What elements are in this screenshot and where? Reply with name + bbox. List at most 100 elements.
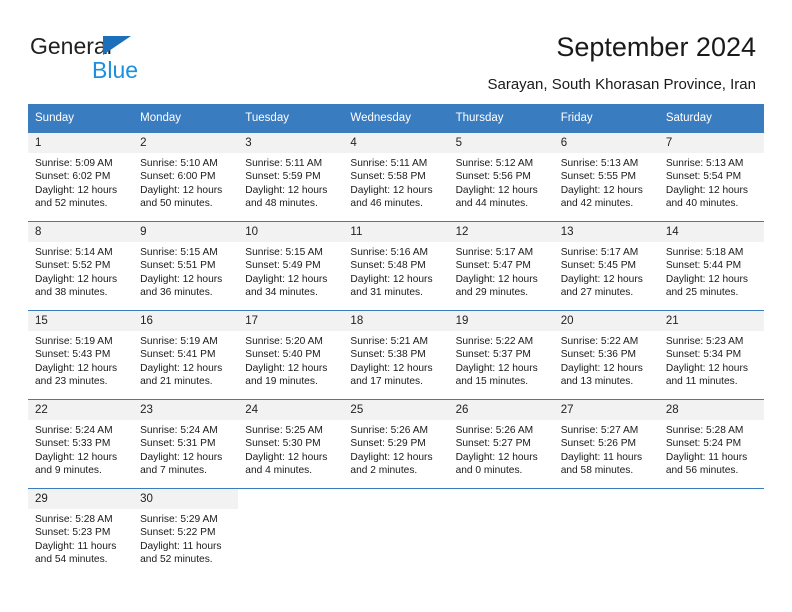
- daylight-duration-line1: Daylight: 12 hours: [560, 273, 643, 285]
- day-details: Sunrise: 5:15 AM Sunset: 5:49 PM Daylight:…: [238, 242, 343, 300]
- day-details: Sunrise: 5:28 AM Sunset: 5:23 PM Daylight:…: [28, 509, 133, 567]
- daylight-duration-line1: Daylight: 12 hours: [350, 362, 433, 374]
- daylight-duration-line2: and 15 minutes.: [455, 376, 529, 388]
- sunrise-time: Sunrise: 5:17 AM: [560, 247, 639, 258]
- day-number: 7: [658, 133, 764, 153]
- daylight-duration-line1: Daylight: 12 hours: [455, 273, 538, 285]
- sunrise-time: Sunrise: 5:21 AM: [350, 336, 429, 347]
- day-details: Sunrise: 5:19 AM Sunset: 5:43 PM Daylight:…: [28, 331, 133, 389]
- calendar-day-cell[interactable]: 14 Sunrise: 5:18 AM Sunset: 5:44 PM Dayligh…: [658, 221, 764, 311]
- calendar-day-cell[interactable]: 26 Sunrise: 5:26 AM Sunset: 5:27 PM Dayligh…: [448, 399, 554, 489]
- daylight-duration-line1: Daylight: 12 hours: [455, 362, 538, 374]
- calendar-week-row: 15 Sunrise: 5:19 AM Sunset: 5:43 PM Dayligh…: [28, 310, 764, 400]
- day-details: Sunrise: 5:20 AM Sunset: 5:40 PM Daylight:…: [238, 331, 343, 389]
- weekday-header-wednesday: Wednesday: [343, 104, 449, 133]
- calendar-day-cell[interactable]: 6 Sunrise: 5:13 AM Sunset: 5:55 PM Daylight…: [553, 132, 659, 222]
- daylight-duration-line1: Daylight: 12 hours: [245, 362, 328, 374]
- calendar-day-cell[interactable]: 3 Sunrise: 5:11 AM Sunset: 5:59 PM Daylight…: [238, 132, 344, 222]
- calendar-empty-cell: [238, 488, 344, 577]
- calendar-day-cell[interactable]: 17 Sunrise: 5:20 AM Sunset: 5:40 PM Dayligh…: [238, 310, 344, 400]
- daylight-duration-line1: Daylight: 12 hours: [245, 273, 328, 285]
- calendar-day-cell[interactable]: 11 Sunrise: 5:16 AM Sunset: 5:48 PM Dayligh…: [343, 221, 449, 311]
- logo-top-row: General: [30, 33, 270, 59]
- calendar-day-cell[interactable]: 4 Sunrise: 5:11 AM Sunset: 5:58 PM Daylight…: [343, 132, 449, 222]
- sunset-time: Sunset: 5:45 PM: [560, 260, 637, 272]
- day-number: [554, 489, 659, 509]
- sunrise-time: Sunrise: 5:24 AM: [35, 425, 113, 436]
- daylight-duration-line1: Daylight: 12 hours: [455, 184, 538, 196]
- day-number: 11: [343, 222, 449, 242]
- sunset-time: Sunset: 5:44 PM: [665, 260, 742, 272]
- calendar-day-cell[interactable]: 21 Sunrise: 5:23 AM Sunset: 5:34 PM Dayligh…: [658, 310, 764, 400]
- sunset-time: Sunset: 6:02 PM: [35, 171, 111, 183]
- day-number: 2: [133, 133, 239, 153]
- calendar-day-cell[interactable]: 5 Sunrise: 5:12 AM Sunset: 5:56 PM Daylight…: [448, 132, 554, 222]
- day-details: Sunrise: 5:24 AM Sunset: 5:33 PM Daylight:…: [28, 420, 133, 478]
- calendar-day-cell[interactable]: 13 Sunrise: 5:17 AM Sunset: 5:45 PM Dayligh…: [553, 221, 659, 311]
- calendar-empty-cell: [553, 488, 659, 577]
- calendar-day-cell[interactable]: 2 Sunrise: 5:10 AM Sunset: 6:00 PM Daylight…: [133, 132, 239, 222]
- calendar-week-row: 29 Sunrise: 5:28 AM Sunset: 5:23 PM Dayligh…: [28, 488, 764, 577]
- day-number: 4: [343, 133, 449, 153]
- sunset-time: Sunset: 5:24 PM: [665, 438, 742, 450]
- sunrise-time: Sunrise: 5:15 AM: [140, 247, 218, 258]
- daylight-duration-line1: Daylight: 12 hours: [665, 273, 748, 285]
- calendar-day-cell[interactable]: 29 Sunrise: 5:28 AM Sunset: 5:23 PM Dayligh…: [28, 488, 134, 577]
- sunrise-time: Sunrise: 5:27 AM: [560, 425, 639, 436]
- calendar-day-cell[interactable]: 18 Sunrise: 5:21 AM Sunset: 5:38 PM Dayligh…: [343, 310, 449, 400]
- day-number: 13: [553, 222, 659, 242]
- generalblue-logo[interactable]: General Blue: [30, 33, 270, 83]
- day-details: Sunrise: 5:12 AM Sunset: 5:56 PM Daylight:…: [449, 153, 554, 211]
- calendar-day-cell[interactable]: 16 Sunrise: 5:19 AM Sunset: 5:41 PM Dayligh…: [133, 310, 239, 400]
- calendar-day-cell[interactable]: 15 Sunrise: 5:19 AM Sunset: 5:43 PM Dayligh…: [28, 310, 134, 400]
- calendar-day-cell[interactable]: 28 Sunrise: 5:28 AM Sunset: 5:24 PM Dayligh…: [658, 399, 764, 489]
- calendar-empty-cell: [448, 488, 554, 577]
- page-header: General Blue September 2024 Sarayan, Sou…: [0, 0, 792, 100]
- calendar-day-cell[interactable]: 23 Sunrise: 5:24 AM Sunset: 5:31 PM Dayligh…: [133, 399, 239, 489]
- sunrise-time: Sunrise: 5:22 AM: [560, 336, 639, 347]
- calendar-day-cell[interactable]: 25 Sunrise: 5:26 AM Sunset: 5:29 PM Dayligh…: [343, 399, 449, 489]
- day-details: Sunrise: 5:18 AM Sunset: 5:44 PM Daylight:…: [659, 242, 764, 300]
- calendar-day-cell[interactable]: 7 Sunrise: 5:13 AM Sunset: 5:54 PM Daylight…: [658, 132, 764, 222]
- daylight-duration-line1: Daylight: 11 hours: [35, 540, 117, 552]
- sunrise-time: Sunrise: 5:20 AM: [245, 336, 323, 347]
- weekday-header-friday: Friday: [553, 104, 659, 133]
- daylight-duration-line2: and 50 minutes.: [140, 198, 213, 210]
- daylight-duration-line1: Daylight: 11 hours: [665, 451, 748, 463]
- day-details: Sunrise: 5:11 AM Sunset: 5:59 PM Daylight:…: [238, 153, 343, 211]
- calendar-day-cell[interactable]: 30 Sunrise: 5:29 AM Sunset: 5:22 PM Dayligh…: [133, 488, 239, 577]
- weekday-header-thursday: Thursday: [448, 104, 554, 133]
- calendar-day-cell[interactable]: 10 Sunrise: 5:15 AM Sunset: 5:49 PM Dayligh…: [238, 221, 344, 311]
- day-number: 23: [133, 400, 239, 420]
- calendar-empty-cell: [343, 488, 449, 577]
- calendar-day-cell[interactable]: 24 Sunrise: 5:25 AM Sunset: 5:30 PM Dayligh…: [238, 399, 344, 489]
- sunrise-time: Sunrise: 5:23 AM: [665, 336, 744, 347]
- sunset-time: Sunset: 5:22 PM: [140, 527, 216, 539]
- calendar-day-cell[interactable]: 9 Sunrise: 5:15 AM Sunset: 5:51 PM Daylight…: [133, 221, 239, 311]
- sunrise-time: Sunrise: 5:22 AM: [455, 336, 534, 347]
- day-details: Sunrise: 5:26 AM Sunset: 5:27 PM Daylight:…: [449, 420, 554, 478]
- daylight-duration-line1: Daylight: 12 hours: [665, 184, 748, 196]
- sunset-time: Sunset: 5:26 PM: [560, 438, 637, 450]
- calendar-day-cell[interactable]: 12 Sunrise: 5:17 AM Sunset: 5:47 PM Dayligh…: [448, 221, 554, 311]
- day-details: Sunrise: 5:16 AM Sunset: 5:48 PM Daylight:…: [343, 242, 448, 300]
- weekday-header-sunday: Sunday: [28, 104, 134, 133]
- calendar-day-cell[interactable]: 22 Sunrise: 5:24 AM Sunset: 5:33 PM Dayligh…: [28, 399, 134, 489]
- day-details: Sunrise: 5:14 AM Sunset: 5:52 PM Daylight:…: [28, 242, 133, 300]
- day-number: 28: [658, 400, 764, 420]
- daylight-duration-line2: and 54 minutes.: [35, 554, 108, 566]
- daylight-duration-line2: and 40 minutes.: [665, 198, 739, 210]
- daylight-duration-line2: and 34 minutes.: [245, 287, 318, 299]
- calendar-day-cell[interactable]: 1 Sunrise: 5:09 AM Sunset: 6:02 PM Daylight…: [28, 132, 134, 222]
- daylight-duration-line1: Daylight: 12 hours: [35, 362, 118, 374]
- daylight-duration-line1: Daylight: 12 hours: [350, 184, 433, 196]
- daylight-duration-line2: and 25 minutes.: [665, 287, 739, 299]
- calendar-day-cell[interactable]: 27 Sunrise: 5:27 AM Sunset: 5:26 PM Dayligh…: [553, 399, 659, 489]
- day-details: Sunrise: 5:10 AM Sunset: 6:00 PM Daylight:…: [133, 153, 238, 211]
- calendar-day-cell[interactable]: 19 Sunrise: 5:22 AM Sunset: 5:37 PM Dayligh…: [448, 310, 554, 400]
- daylight-duration-line2: and 46 minutes.: [350, 198, 423, 210]
- weekday-header-tuesday: Tuesday: [238, 104, 344, 133]
- calendar-day-cell[interactable]: 20 Sunrise: 5:22 AM Sunset: 5:36 PM Dayligh…: [553, 310, 659, 400]
- sunset-time: Sunset: 5:41 PM: [140, 349, 216, 361]
- calendar-day-cell[interactable]: 8 Sunrise: 5:14 AM Sunset: 5:52 PM Daylight…: [28, 221, 134, 311]
